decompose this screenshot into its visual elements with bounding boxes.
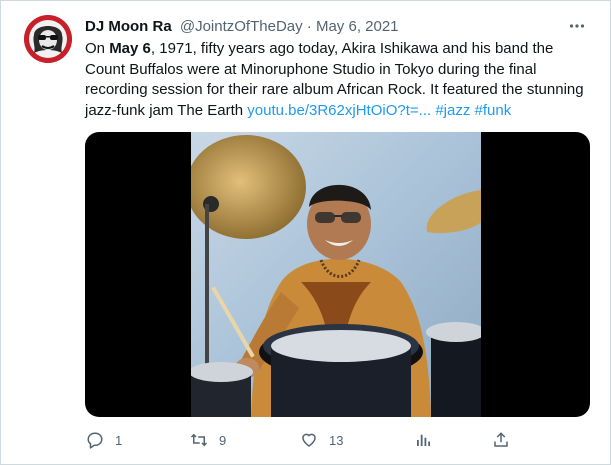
tweet-text-date: May 6 bbox=[109, 40, 151, 57]
reply-count: 1 bbox=[115, 432, 123, 448]
author-name[interactable]: DJ Moon Ra bbox=[85, 18, 172, 35]
views-action[interactable] bbox=[413, 429, 443, 451]
avatar-image bbox=[24, 15, 72, 63]
more-dots-icon[interactable] bbox=[566, 15, 588, 37]
share-icon[interactable] bbox=[491, 430, 511, 450]
hashtag-jazz[interactable]: #jazz bbox=[435, 102, 470, 119]
retweet-action[interactable]: 9 bbox=[189, 429, 226, 451]
retweet-count: 9 bbox=[219, 432, 227, 448]
tweet-text: On May 6, 1971, fifty years ago today, A… bbox=[85, 39, 595, 121]
avatar[interactable] bbox=[24, 15, 72, 63]
tweet-media[interactable] bbox=[85, 132, 590, 417]
hashtag-funk[interactable]: #funk bbox=[475, 102, 512, 119]
author-handle[interactable]: @JointzOfTheDay bbox=[180, 18, 303, 35]
analytics-icon[interactable] bbox=[413, 430, 433, 450]
tweet-text-part: On bbox=[85, 40, 110, 57]
tweet-card[interactable]: DJ Moon Ra @JointzOfTheDay · May 6, 2021… bbox=[0, 0, 611, 465]
like-action[interactable]: 13 bbox=[299, 429, 343, 451]
reply-icon[interactable] bbox=[85, 430, 105, 450]
reply-action[interactable]: 1 bbox=[85, 429, 122, 451]
tweet-date[interactable]: May 6, 2021 bbox=[316, 18, 399, 35]
drummer-photo bbox=[191, 132, 481, 417]
heart-icon[interactable] bbox=[299, 430, 319, 450]
separator-dot: · bbox=[306, 18, 312, 35]
retweet-icon[interactable] bbox=[189, 430, 209, 450]
tweet-header: DJ Moon Ra @JointzOfTheDay · May 6, 2021 bbox=[85, 17, 399, 37]
youtube-link[interactable]: youtu.be/3R62xjHtOiO?t=... bbox=[247, 102, 431, 119]
tweet-actions: 1 9 13 bbox=[85, 429, 515, 451]
like-count: 13 bbox=[329, 432, 344, 448]
share-action[interactable] bbox=[491, 429, 521, 451]
